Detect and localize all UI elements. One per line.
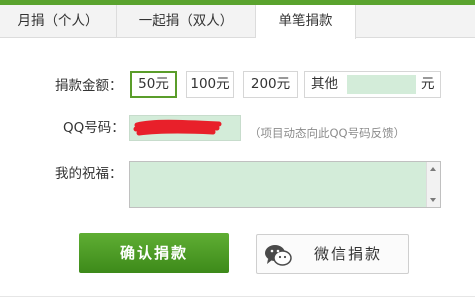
bottom-divider <box>0 296 475 297</box>
qq-hint: （项目动态向此QQ号码反馈） <box>249 126 406 140</box>
scroll-up-icon[interactable] <box>430 167 436 171</box>
qq-label: QQ号码： <box>63 120 125 136</box>
other-amount-label: 其他 <box>311 76 338 92</box>
wish-scrollbar[interactable] <box>426 162 440 207</box>
qq-input[interactable] <box>129 115 241 141</box>
amount-option-50[interactable]: 50元 <box>130 71 177 98</box>
scroll-down-icon[interactable] <box>430 198 436 202</box>
wish-field <box>129 161 441 208</box>
wechat-donation-button[interactable]: 微信捐款 <box>256 234 409 274</box>
tab-single[interactable]: 单笔捐款 <box>256 5 356 39</box>
tab-together[interactable]: 一起捐（双人） <box>117 5 256 38</box>
amount-option-other[interactable]: 其他 元 <box>304 71 441 98</box>
other-amount-unit: 元 <box>421 76 435 92</box>
amount-option-100[interactable]: 100元 <box>186 71 234 98</box>
confirm-donation-button[interactable]: 确认捐款 <box>79 233 229 273</box>
wish-label: 我的祝福： <box>55 166 123 182</box>
tab-monthly[interactable]: 月捐（个人） <box>0 5 117 38</box>
wish-input[interactable] <box>130 162 426 207</box>
donation-tabs: 月捐（个人） 一起捐（双人） 单笔捐款 <box>0 5 475 39</box>
amount-option-200[interactable]: 200元 <box>243 71 298 98</box>
wechat-donation-label: 微信捐款 <box>314 245 383 263</box>
other-amount-input[interactable] <box>347 75 416 94</box>
amount-label: 捐款金额： <box>55 78 123 94</box>
wechat-icon <box>265 245 292 266</box>
